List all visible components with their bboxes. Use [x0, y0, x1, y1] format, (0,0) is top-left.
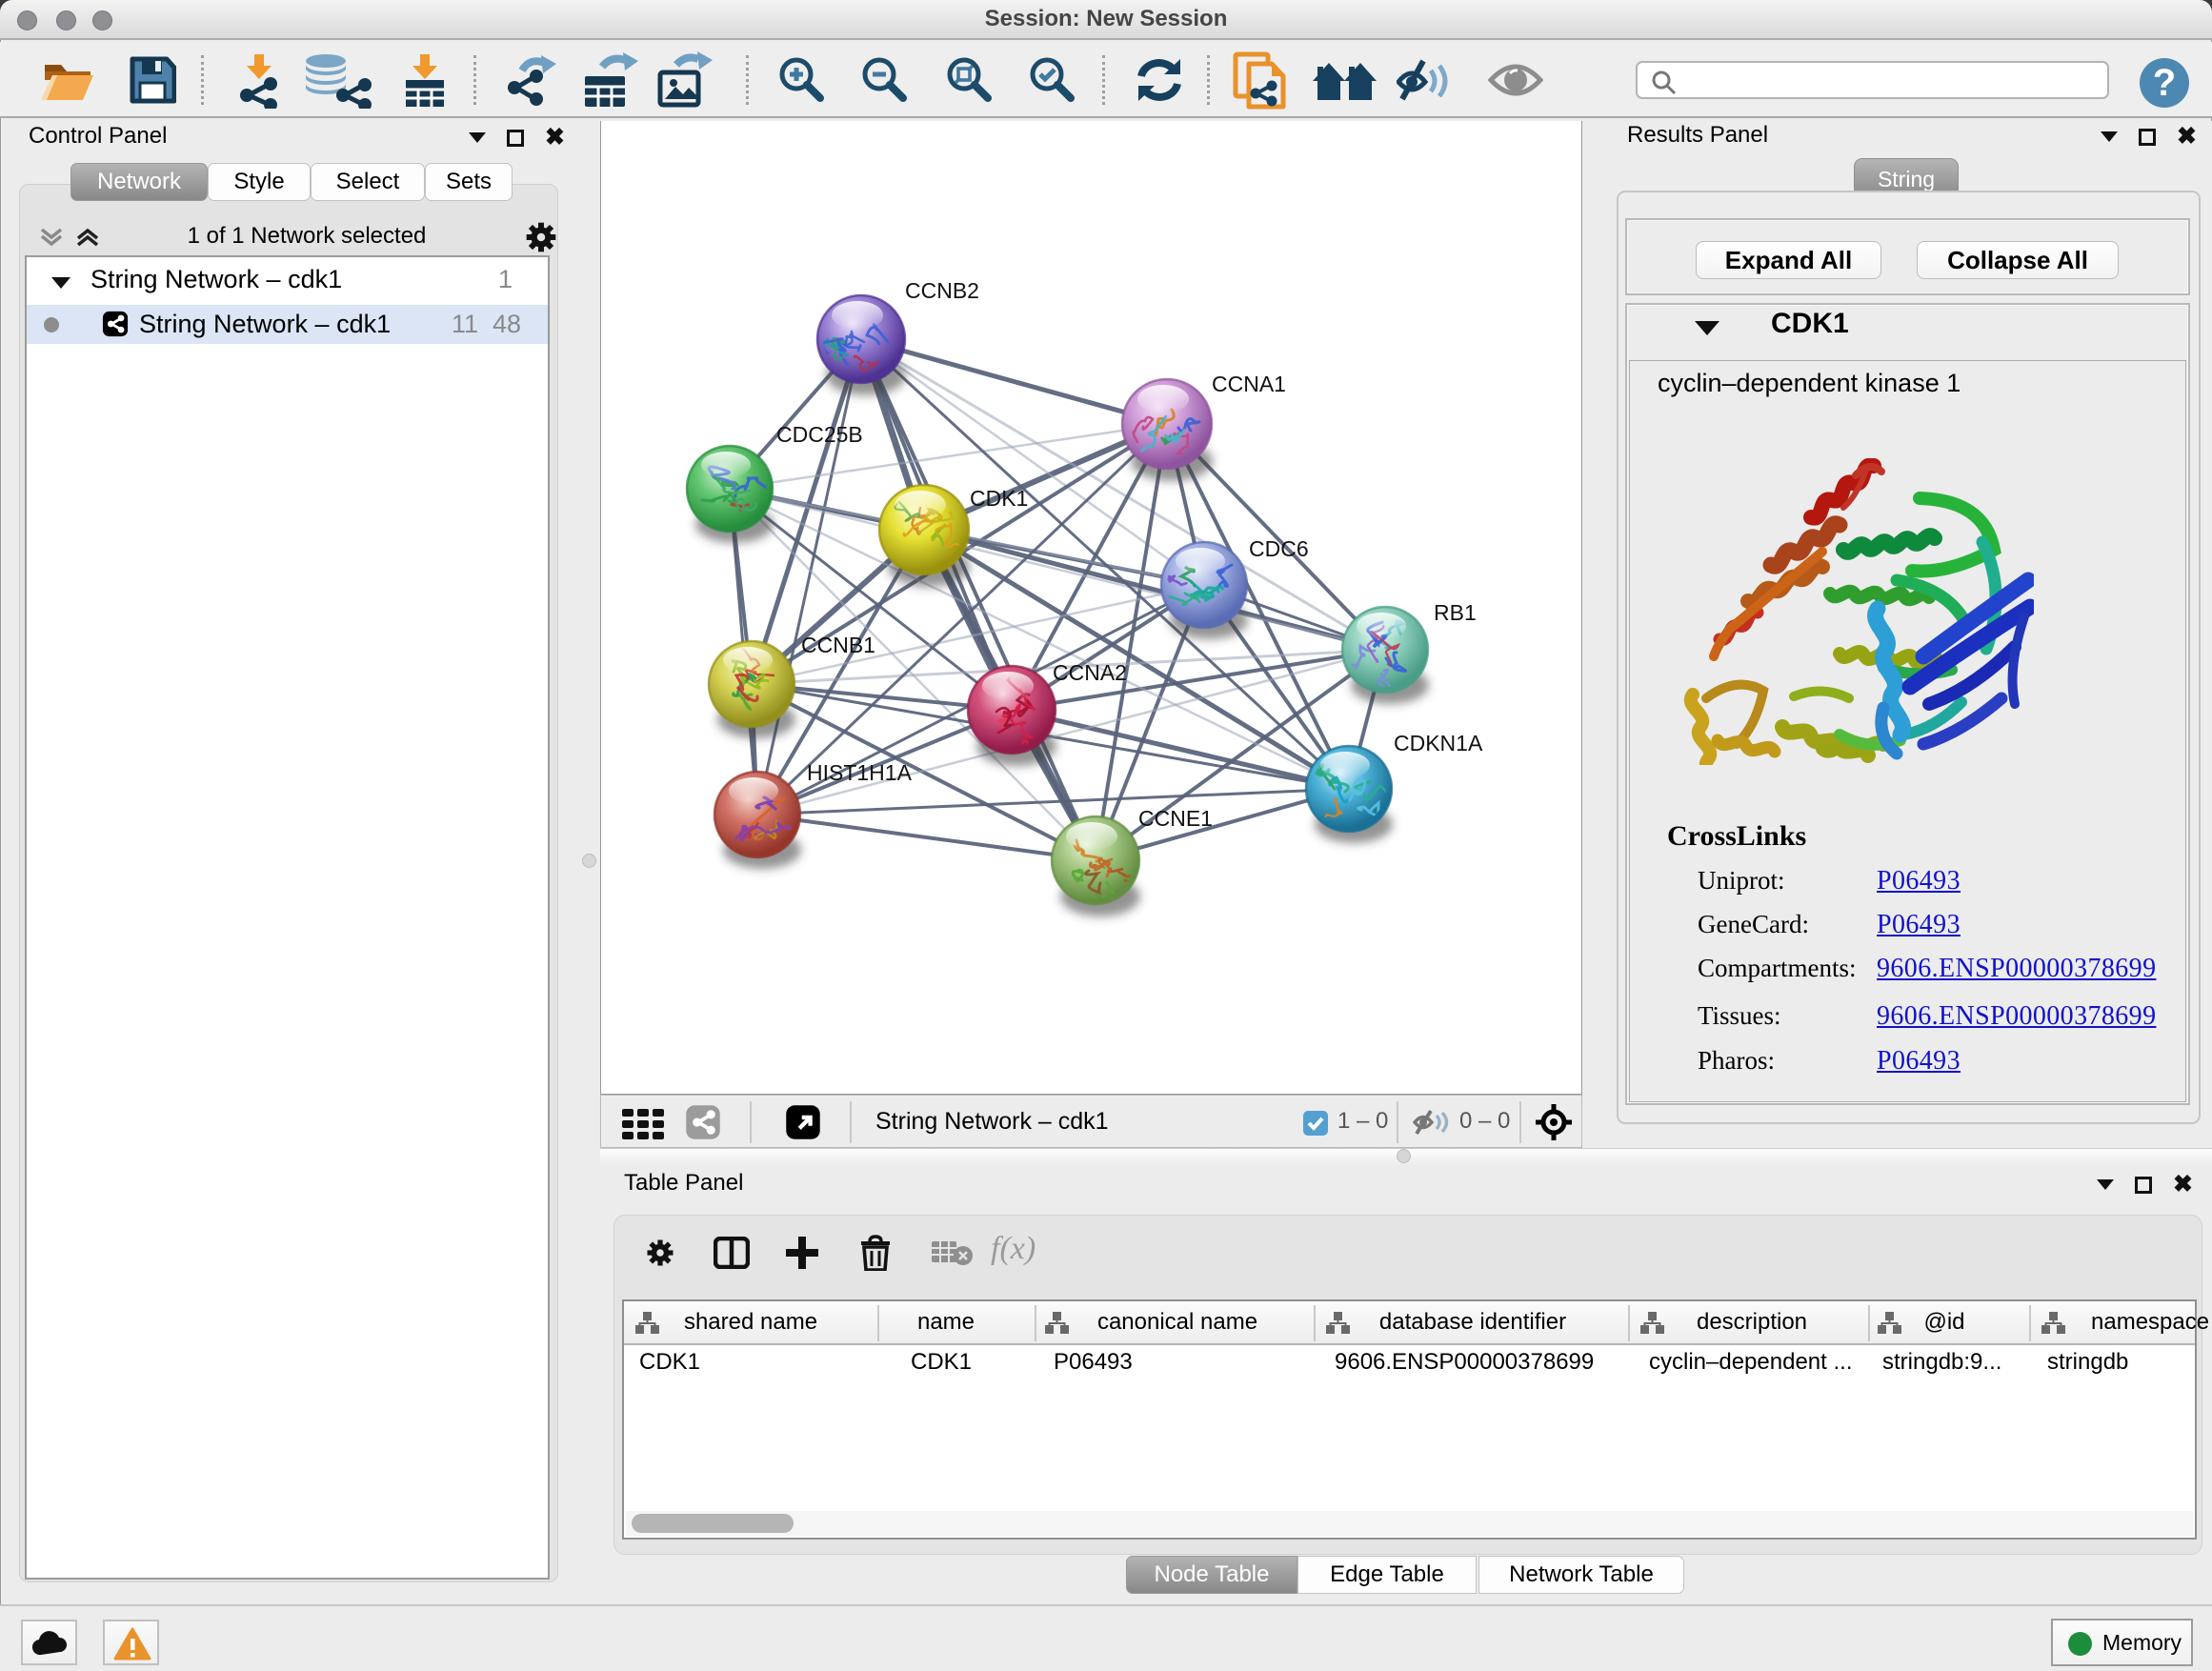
svg-text:RB1: RB1	[1434, 600, 1477, 625]
svg-text:CCNB1: CCNB1	[801, 633, 875, 657]
svg-text:HIST1H1A: HIST1H1A	[807, 760, 913, 785]
svg-text:CCNE1: CCNE1	[1138, 806, 1213, 831]
svg-text:CCNA2: CCNA2	[1053, 660, 1127, 685]
svg-text:?: ?	[2153, 62, 2176, 104]
svg-text:CDKN1A: CDKN1A	[1394, 731, 1483, 755]
svg-text:CDC25B: CDC25B	[776, 422, 863, 447]
svg-text:CDC6: CDC6	[1249, 536, 1309, 561]
svg-text:CDK1: CDK1	[970, 486, 1028, 511]
svg-text:CCNA1: CCNA1	[1212, 372, 1286, 396]
svg-text:CCNB2: CCNB2	[905, 278, 979, 303]
